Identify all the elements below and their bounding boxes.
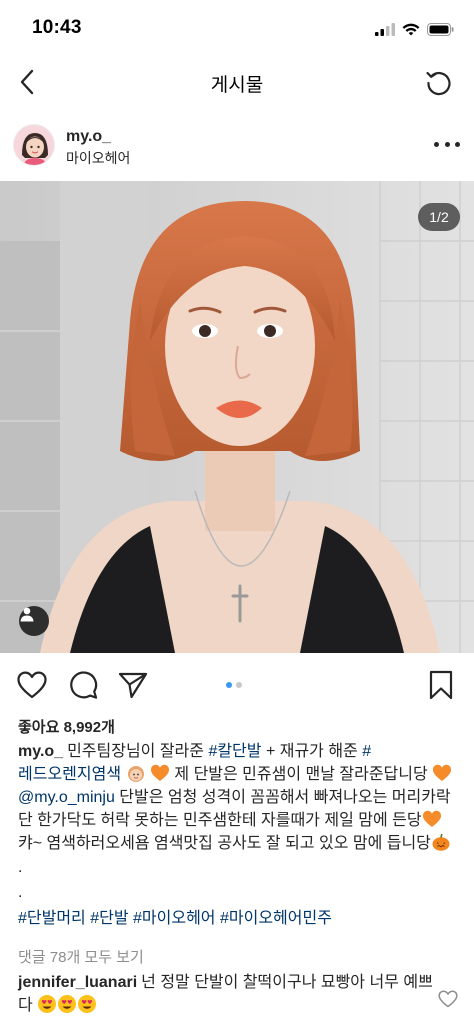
status-time: 10:43	[32, 17, 82, 38]
orange-heart-icon	[422, 810, 441, 827]
hashtag-link[interactable]: #마이오헤어	[133, 910, 216, 927]
hashtag-link[interactable]: #마이오헤어민주	[220, 910, 332, 927]
view-all-comments-link[interactable]: 댓글 78개 모두 보기	[18, 946, 144, 967]
post-actions	[0, 662, 474, 708]
post-location[interactable]: 마이오헤어	[66, 148, 130, 168]
battery-icon	[427, 22, 454, 36]
heart-eyes-emoji-icon	[38, 995, 57, 1013]
save-button[interactable]	[424, 668, 458, 702]
post-photo[interactable]: 1/2	[0, 181, 474, 653]
avatar[interactable]	[13, 124, 55, 166]
caption-username[interactable]: my.o_	[18, 743, 63, 760]
status-icons	[375, 20, 454, 38]
caption-text: 제 단발은 민쥬샘이 맨날 잘라준답니당	[169, 766, 433, 784]
refresh-icon	[426, 71, 451, 96]
caption-text: 민주팀장님이 잘라준	[67, 743, 209, 760]
caption-dot: .	[18, 883, 23, 901]
hashtag-link[interactable]: #칼단발	[208, 743, 261, 760]
comment-button[interactable]	[66, 668, 100, 702]
post-header: my.o_ 마이오헤어	[0, 116, 474, 176]
photo-page-indicator: 1/2	[418, 203, 460, 231]
send-icon	[118, 672, 148, 699]
like-count[interactable]: 좋아요 8,992개	[18, 716, 115, 737]
orange-heart-icon	[433, 765, 452, 782]
heart-eyes-emoji-icon	[78, 995, 97, 1013]
carousel-dot-active	[226, 682, 232, 688]
tagged-people-button[interactable]	[19, 606, 49, 636]
caption-text: 캬~ 염색하러오세욤 염색맛집 공사도 잘 되고 있오 맘에 듭니당	[18, 835, 431, 853]
carousel-dot	[236, 682, 242, 688]
wifi-icon	[402, 23, 420, 35]
hashtag-link[interactable]: #단발	[90, 910, 128, 927]
status-bar: 10:43	[0, 0, 474, 58]
comment-icon	[70, 671, 98, 699]
like-button[interactable]	[15, 668, 49, 702]
more-horizontal-icon	[434, 141, 439, 147]
post-username[interactable]: my.o_	[66, 128, 111, 146]
nav-bar: 게시물	[0, 58, 474, 106]
refresh-button[interactable]	[422, 65, 456, 99]
comment-item: jennifer_luanari 넌 정말 단발이 찰떡이구나 묘빵아 너무 예쁘…	[18, 972, 438, 1017]
comment-username[interactable]: jennifer_luanari	[18, 974, 137, 991]
caption-dot: .	[18, 859, 23, 877]
heart-icon	[17, 671, 47, 699]
share-button[interactable]	[116, 668, 150, 702]
cellular-signal-icon	[375, 22, 395, 36]
orange-heart-icon	[150, 765, 169, 782]
avatar-illustration	[14, 125, 54, 165]
post-photo-illustration	[0, 181, 474, 653]
hashtag-link[interactable]: #단발머리	[18, 910, 86, 927]
more-options-button[interactable]	[434, 136, 460, 152]
hashtag-list: #단발머리 #단발 #마이오헤어 #마이오헤어민주	[18, 908, 460, 930]
woman-emoji-icon	[127, 766, 144, 783]
person-tag-icon	[20, 607, 34, 622]
page-title: 게시물	[210, 75, 264, 96]
heart-eyes-emoji-icon	[58, 995, 77, 1013]
comment-like-icon[interactable]	[438, 990, 458, 1008]
pumpkin-emoji-icon	[432, 834, 450, 851]
caption-text: + 재규가 해준	[261, 743, 363, 760]
post-caption: my.o_ 민주팀장님이 잘라준 #칼단발 + 재규가 해준 #레드오렌지염색 제…	[18, 741, 460, 930]
bookmark-icon	[429, 670, 453, 700]
mention-link[interactable]: @my.o_minju	[18, 789, 115, 806]
carousel-dots	[226, 682, 242, 688]
